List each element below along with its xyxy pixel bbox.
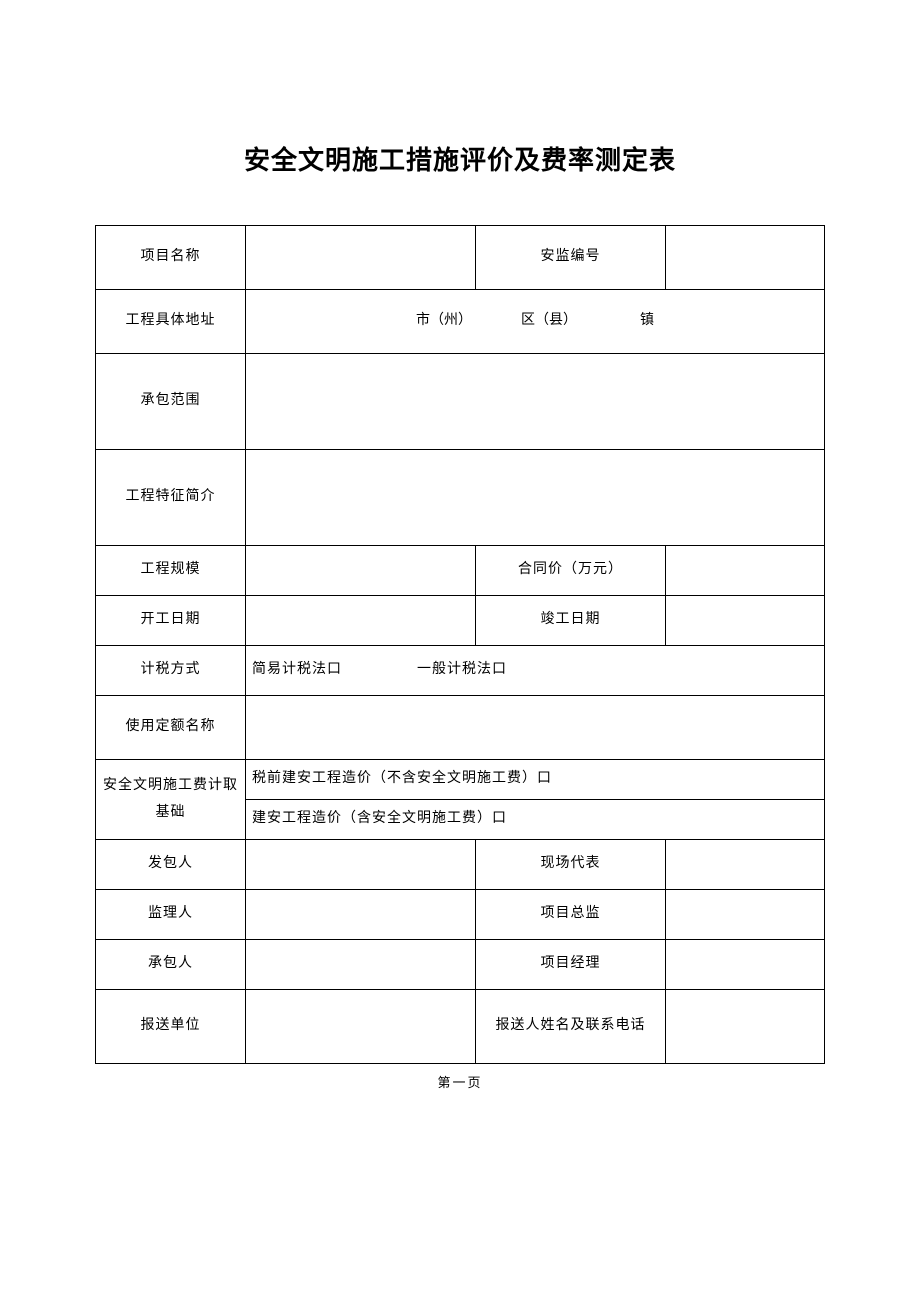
label-project-scale: 工程规模 bbox=[96, 546, 246, 596]
label-quota-name: 使用定额名称 bbox=[96, 696, 246, 760]
label-project-name: 项目名称 bbox=[96, 226, 246, 290]
table-row: 工程具体地址 市（州） 区（县） 镇 bbox=[96, 290, 825, 354]
label-address: 工程具体地址 bbox=[96, 290, 246, 354]
label-end-date: 竣工日期 bbox=[476, 596, 666, 646]
value-chief-supervisor bbox=[666, 890, 825, 940]
table-row: 计税方式 简易计税法口 一般计税法口 bbox=[96, 646, 825, 696]
value-site-rep bbox=[666, 840, 825, 890]
form-table: 项目名称 安监编号 工程具体地址 市（州） 区（县） 镇 承包范围 工程特征简介… bbox=[95, 225, 825, 1064]
table-row: 承包人 项目经理 bbox=[96, 940, 825, 990]
value-address: 市（州） 区（县） 镇 bbox=[246, 290, 825, 354]
table-row: 开工日期 竣工日期 bbox=[96, 596, 825, 646]
label-submitter-contact: 报送人姓名及联系电话 bbox=[476, 990, 666, 1064]
value-quota-name bbox=[246, 696, 825, 760]
label-employer: 发包人 bbox=[96, 840, 246, 890]
label-supervisor: 监理人 bbox=[96, 890, 246, 940]
value-project-feature bbox=[246, 450, 825, 546]
value-start-date bbox=[246, 596, 476, 646]
value-submitter-unit bbox=[246, 990, 476, 1064]
table-row: 监理人 项目总监 bbox=[96, 890, 825, 940]
value-contract-scope bbox=[246, 354, 825, 450]
label-tax-method: 计税方式 bbox=[96, 646, 246, 696]
page-footer: 第一页 bbox=[95, 1072, 825, 1091]
table-row: 使用定额名称 bbox=[96, 696, 825, 760]
label-project-feature: 工程特征简介 bbox=[96, 450, 246, 546]
table-row: 发包人 现场代表 bbox=[96, 840, 825, 890]
value-project-scale bbox=[246, 546, 476, 596]
label-supervision-no: 安监编号 bbox=[476, 226, 666, 290]
table-row: 工程特征简介 bbox=[96, 450, 825, 546]
table-row: 安全文明施工费计取基础 税前建安工程造价（不含安全文明施工费）口 bbox=[96, 760, 825, 800]
value-fee-basis-1: 税前建安工程造价（不含安全文明施工费）口 bbox=[246, 760, 825, 800]
label-site-rep: 现场代表 bbox=[476, 840, 666, 890]
label-contract-price: 合同价（万元） bbox=[476, 546, 666, 596]
value-project-name bbox=[246, 226, 476, 290]
value-supervision-no bbox=[666, 226, 825, 290]
value-tax-method: 简易计税法口 一般计税法口 bbox=[246, 646, 825, 696]
value-fee-basis-2: 建安工程造价（含安全文明施工费）口 bbox=[246, 800, 825, 840]
label-fee-basis: 安全文明施工费计取基础 bbox=[96, 760, 246, 840]
value-end-date bbox=[666, 596, 825, 646]
value-submitter-contact bbox=[666, 990, 825, 1064]
table-row: 工程规模 合同价（万元） bbox=[96, 546, 825, 596]
label-contractor: 承包人 bbox=[96, 940, 246, 990]
value-contract-price bbox=[666, 546, 825, 596]
table-row: 项目名称 安监编号 bbox=[96, 226, 825, 290]
value-contractor bbox=[246, 940, 476, 990]
label-submitter-unit: 报送单位 bbox=[96, 990, 246, 1064]
table-row: 报送单位 报送人姓名及联系电话 bbox=[96, 990, 825, 1064]
value-supervisor bbox=[246, 890, 476, 940]
value-project-manager bbox=[666, 940, 825, 990]
label-chief-supervisor: 项目总监 bbox=[476, 890, 666, 940]
table-row: 承包范围 bbox=[96, 354, 825, 450]
label-project-manager: 项目经理 bbox=[476, 940, 666, 990]
label-start-date: 开工日期 bbox=[96, 596, 246, 646]
label-contract-scope: 承包范围 bbox=[96, 354, 246, 450]
page-title: 安全文明施工措施评价及费率测定表 bbox=[95, 140, 825, 177]
value-employer bbox=[246, 840, 476, 890]
